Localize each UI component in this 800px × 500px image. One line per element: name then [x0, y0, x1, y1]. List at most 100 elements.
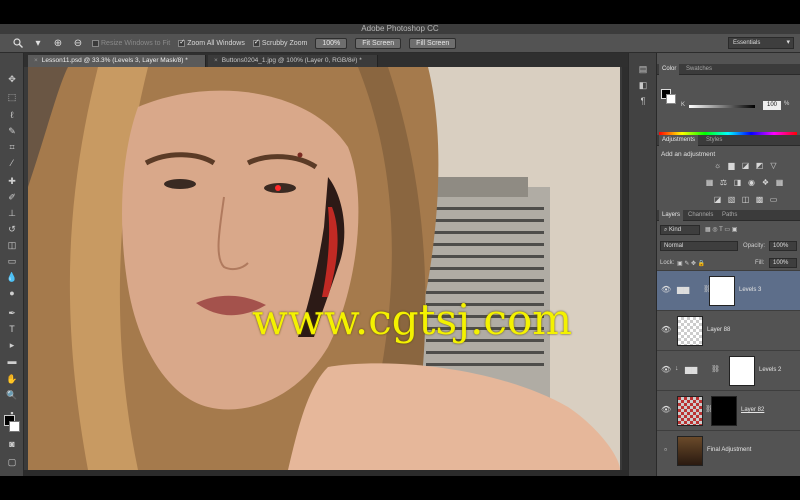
layer-name: Levels 3: [739, 287, 762, 293]
layers-panel: ⌕ Kind ▦ ◎ T ▭ ▣ Normal Opacity: 100% Lo…: [657, 210, 800, 476]
eye-off-icon[interactable]: ▫: [661, 445, 670, 454]
gradient-map-icon[interactable]: ▭: [769, 195, 778, 204]
layer-mask-thumbnail[interactable]: [729, 356, 755, 386]
eyedropper-tool-icon[interactable]: ⁄: [6, 157, 18, 169]
layer-thumbnail[interactable]: [677, 436, 703, 466]
fill-screen-button[interactable]: Fill Screen: [409, 37, 457, 49]
layer-row-layer-88[interactable]: 👁 Layer 88: [657, 310, 800, 350]
clip-arrow-icon: ↓: [675, 365, 679, 372]
chevron-down-icon[interactable]: ▾: [32, 37, 44, 49]
blend-mode-select[interactable]: Normal: [660, 241, 738, 251]
quick-select-tool-icon[interactable]: ✎: [6, 125, 18, 137]
layer-name: Layer 88: [707, 327, 731, 333]
crop-tool-icon[interactable]: ⌗: [6, 141, 18, 153]
filter-icons[interactable]: ▦ ◎ T ▭ ▣: [705, 226, 737, 233]
tab-swatches[interactable]: Swatches: [683, 64, 715, 75]
color-lookup-icon[interactable]: ▦: [775, 178, 784, 187]
zoom-in-icon[interactable]: ⊕: [52, 37, 64, 49]
workspace-select[interactable]: Essentials: [728, 37, 794, 49]
layer-row-levels-3[interactable]: 👁 ▆▆ ⛓ Levels 3: [657, 270, 800, 310]
doc-tab-lesson11[interactable]: × Lesson11.psd @ 33.3% (Levels 3, Layer M…: [28, 55, 206, 67]
shape-tool-icon[interactable]: ▬: [6, 355, 18, 367]
hue-saturation-icon[interactable]: ▦: [705, 178, 714, 187]
resize-windows-label: Resize Windows to Fit: [101, 39, 171, 47]
filter-kind-select[interactable]: ⌕ Kind: [660, 225, 700, 235]
k-slider[interactable]: [689, 105, 755, 108]
background-color[interactable]: [666, 94, 676, 104]
brightness-contrast-icon[interactable]: ☼: [713, 161, 722, 170]
color-balance-icon[interactable]: ⚖: [719, 178, 728, 187]
canvas-area[interactable]: www.cgtsj.com: [24, 67, 628, 476]
background-color-swatch[interactable]: [9, 421, 20, 432]
fit-screen-button[interactable]: Fit Screen: [355, 37, 402, 49]
paragraph-panel-icon[interactable]: ¶: [637, 95, 649, 107]
dodge-tool-icon[interactable]: ●: [6, 287, 18, 299]
k-label: K: [681, 102, 686, 108]
zoom-100-button[interactable]: 100%: [315, 37, 348, 49]
quick-mask-icon[interactable]: ◙: [6, 438, 18, 450]
tab-color[interactable]: Color: [659, 64, 680, 75]
channel-mixer-icon[interactable]: ❖: [761, 178, 770, 187]
scrubby-zoom-label: Scrubby Zoom: [261, 39, 308, 47]
healing-brush-tool-icon[interactable]: ✚: [6, 175, 18, 187]
eye-icon[interactable]: 👁: [661, 405, 671, 414]
layer-thumbnail[interactable]: [677, 396, 703, 426]
selective-color-icon[interactable]: ▩: [755, 195, 764, 204]
resize-windows-checkbox[interactable]: Resize Windows to Fit: [92, 39, 171, 47]
move-tool-icon[interactable]: ✥: [6, 73, 18, 85]
threshold-icon[interactable]: ◫: [741, 195, 750, 204]
properties-panel-icon[interactable]: ◧: [637, 79, 649, 91]
lock-label: Lock:: [660, 260, 675, 266]
pen-tool-icon[interactable]: ✒: [6, 307, 18, 319]
zoom-tool-icon[interactable]: 🔍: [6, 389, 18, 401]
link-icon[interactable]: ⛓: [711, 365, 720, 373]
blur-tool-icon[interactable]: 💧: [6, 271, 18, 283]
color-panel-tabs: Color Swatches: [657, 64, 800, 75]
exposure-icon[interactable]: ◩: [755, 161, 764, 170]
path-select-tool-icon[interactable]: ▸: [6, 339, 18, 351]
type-tool-icon[interactable]: T: [6, 323, 18, 335]
levels-adjustment-icon: ▆▆: [685, 365, 698, 374]
layer-row-levels-2[interactable]: 👁 ↓ ▆▆ ⛓ Levels 2: [657, 350, 800, 390]
curves-icon[interactable]: ◪: [741, 161, 750, 170]
eraser-tool-icon[interactable]: ◫: [6, 239, 18, 251]
history-brush-tool-icon[interactable]: ↺: [6, 223, 18, 235]
photo-filter-icon[interactable]: ◉: [747, 178, 756, 187]
zoom-icon[interactable]: [12, 37, 24, 49]
vibrance-icon[interactable]: ▽: [769, 161, 778, 170]
hand-tool-icon[interactable]: ✋: [6, 373, 18, 385]
zoom-out-icon[interactable]: ⊖: [72, 37, 84, 49]
opacity-field[interactable]: 100%: [769, 241, 797, 251]
lock-icons[interactable]: ▣ ✎ ✥ 🔒: [677, 260, 705, 267]
close-icon[interactable]: ×: [214, 57, 218, 64]
layer-thumbnail[interactable]: [677, 316, 703, 346]
portrait-artwork: [28, 67, 620, 470]
eye-icon[interactable]: 👁: [661, 365, 671, 374]
document-canvas-image[interactable]: www.cgtsj.com: [28, 67, 620, 470]
eye-icon[interactable]: 👁: [661, 325, 671, 334]
letterbox-top: [0, 0, 800, 24]
screen-mode-icon[interactable]: ▢: [6, 456, 18, 468]
eye-icon[interactable]: 👁: [661, 285, 671, 294]
layer-mask-thumbnail[interactable]: [711, 396, 737, 426]
scrubby-zoom-checkbox[interactable]: Scrubby Zoom: [252, 38, 308, 47]
marquee-tool-icon[interactable]: ⬚: [6, 91, 18, 103]
history-panel-icon[interactable]: ▤: [637, 63, 649, 75]
fill-field[interactable]: 100%: [769, 258, 797, 268]
brush-tool-icon[interactable]: ✐: [6, 191, 18, 203]
layer-row-final-adjustment[interactable]: ▫ Final Adjustment: [657, 430, 800, 470]
invert-icon[interactable]: ◪: [713, 195, 722, 204]
close-icon[interactable]: ×: [34, 57, 38, 64]
lasso-tool-icon[interactable]: ℓ: [6, 109, 18, 121]
gradient-tool-icon[interactable]: ▭: [6, 255, 18, 267]
black-white-icon[interactable]: ◨: [733, 178, 742, 187]
posterize-icon[interactable]: ▧: [727, 195, 736, 204]
k-value-field[interactable]: 100: [763, 101, 781, 110]
zoom-all-windows-checkbox[interactable]: Zoom All Windows: [178, 38, 245, 47]
layer-row-layer-82[interactable]: 👁 ⛓ Layer 82: [657, 390, 800, 430]
panel-icon-strip: ▤ ◧ ¶: [629, 53, 657, 476]
levels-icon[interactable]: ▆: [727, 161, 736, 170]
clone-stamp-tool-icon[interactable]: ⊥: [6, 207, 18, 219]
doc-tab-buttons[interactable]: × Buttons0204_1.jpg @ 100% (Layer 0, RGB/…: [208, 55, 378, 67]
layer-mask-thumbnail[interactable]: [709, 276, 735, 306]
